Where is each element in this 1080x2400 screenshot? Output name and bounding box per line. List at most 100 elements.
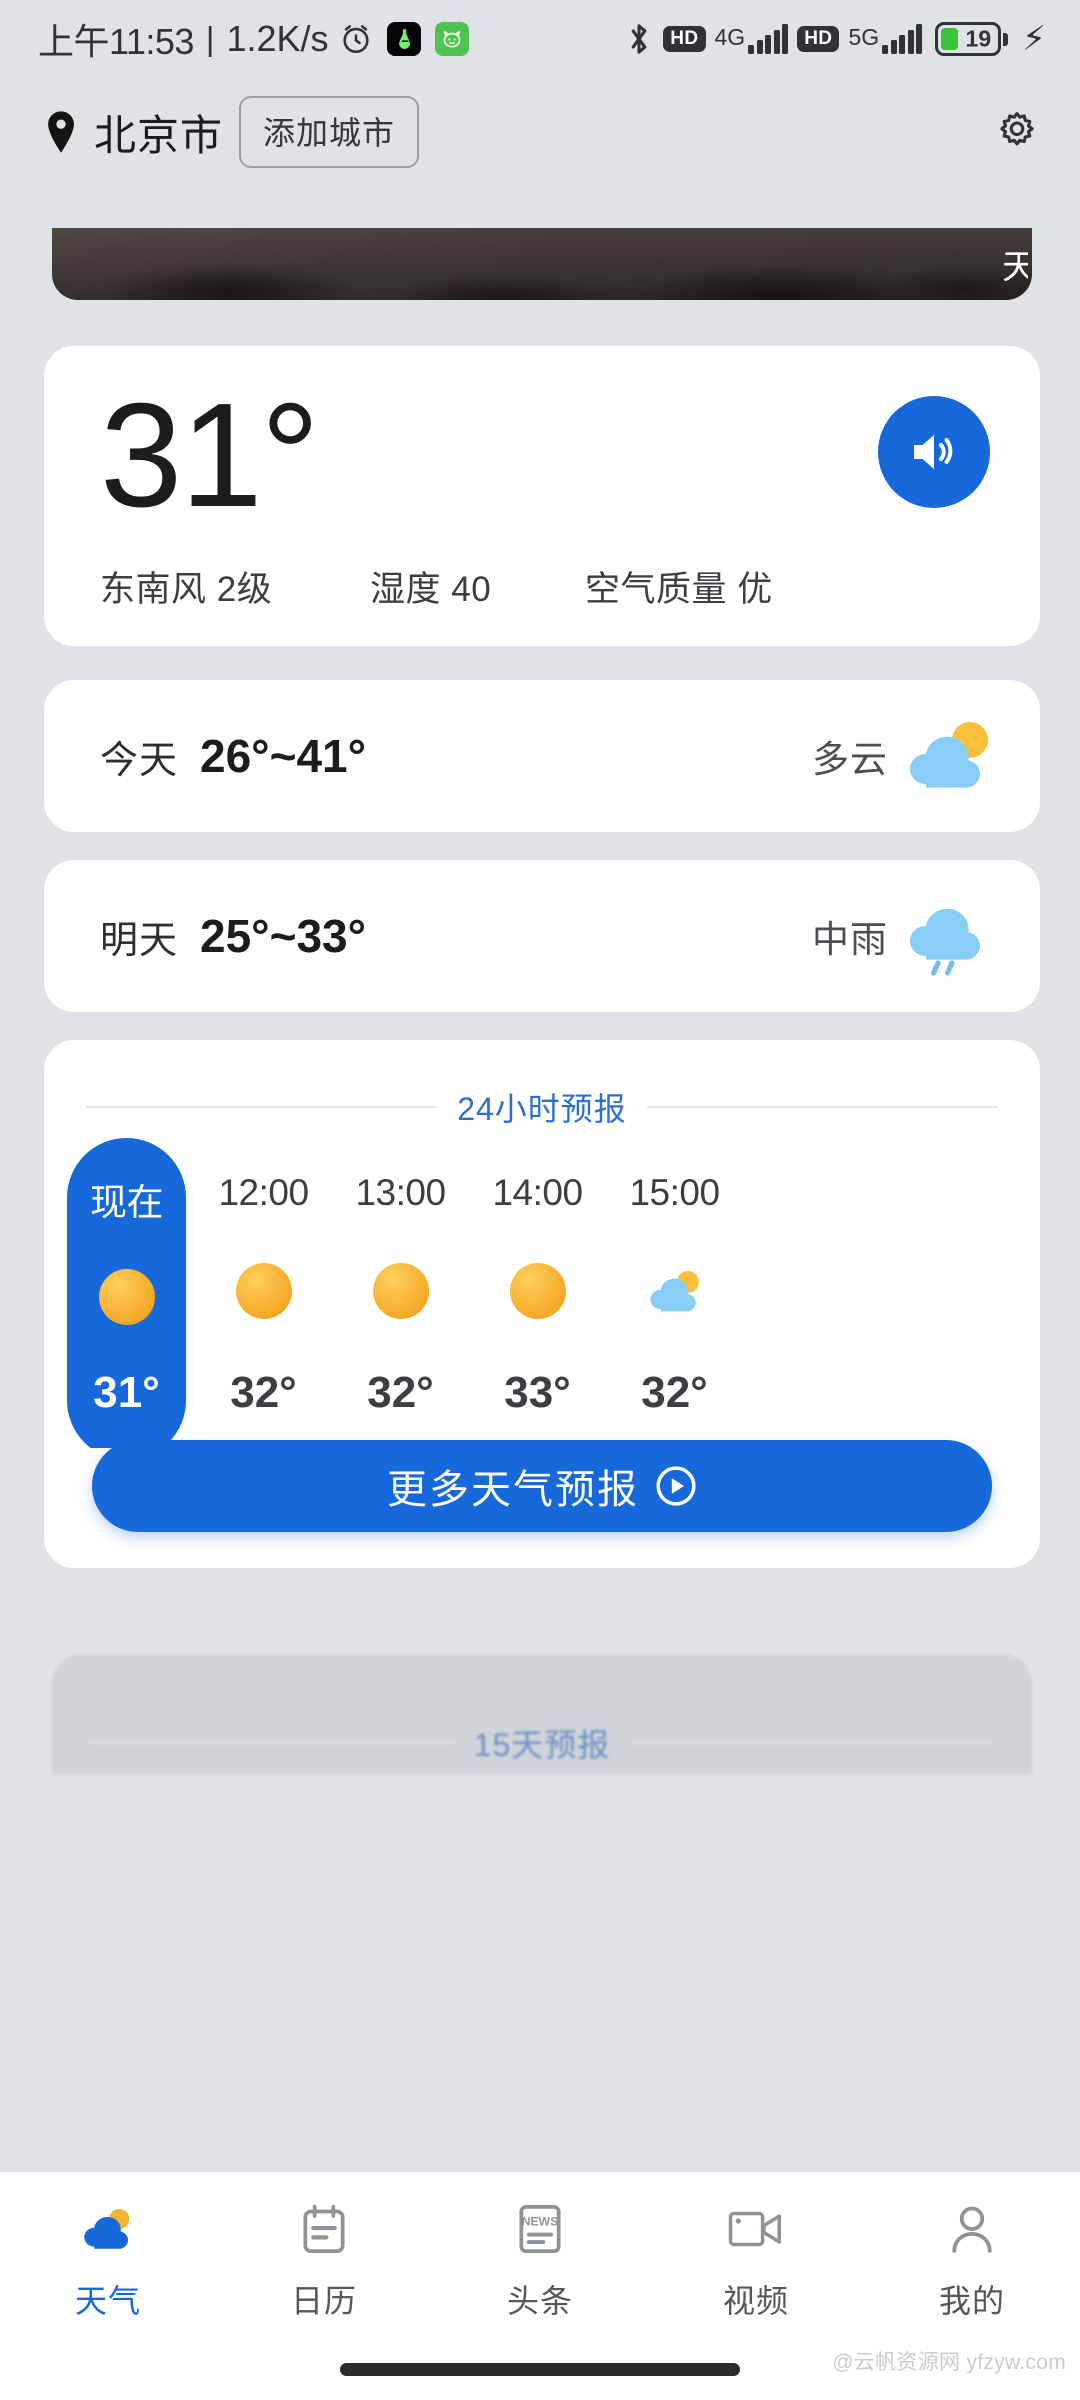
nav-item-video[interactable]: 视频 [648, 2198, 864, 2348]
battery-indicator: 19 [935, 22, 1009, 56]
volte-hd-badge-1: HD [663, 26, 706, 52]
hourly-time: 12:00 [218, 1172, 309, 1213]
hourly-temp: 33° [504, 1368, 571, 1417]
signal-5g: 5G [848, 24, 923, 54]
news-icon: NEWS [509, 2198, 571, 2260]
hourly-time: 15:00 [629, 1172, 720, 1213]
tomorrow-label: 明天 [100, 919, 179, 962]
hourly-time: 13:00 [355, 1172, 446, 1213]
hourly-time: 现在 [90, 1182, 164, 1223]
tomorrow-range: 25°~33° [200, 910, 367, 962]
watermark-text: @云帆资源网 yfzyw.com [832, 2351, 1066, 2374]
location-pin-icon[interactable] [44, 110, 78, 154]
sun-icon [96, 1266, 158, 1328]
cloud-sun-icon [77, 2198, 139, 2260]
more-forecast-button[interactable]: 更多天气预报 [92, 1440, 992, 1532]
current-weather-card: 31° 东南风 2级 湿度 40 空气质量 优 [44, 346, 1040, 646]
signal-4g: 4G [715, 24, 789, 54]
hourly-temp: 32° [641, 1368, 708, 1417]
hourly-scroller[interactable]: 现在 31° 12:00 32° 13:00 32° 14:00 33° 15:… [44, 1138, 1040, 1448]
phone-screen: 上午11:53 | 1.2K/s HD 4G HD 5G 19 ⚡ 北京市 添加… [0, 0, 1080, 2400]
partly-cloudy-icon [910, 722, 988, 788]
more-forecast-label: 更多天气预报 [387, 1468, 639, 1512]
signal-bars-5g [882, 24, 923, 54]
sun-icon [507, 1260, 569, 1322]
status-bar: 上午11:53 | 1.2K/s HD 4G HD 5G 19 ⚡ [0, 0, 1080, 78]
fifteen-day-forecast-card[interactable]: 15天预报 [52, 1654, 1032, 1774]
voice-broadcast-button[interactable] [878, 396, 990, 508]
status-time: 上午11:53 [38, 21, 194, 62]
hourly-title-row: 24小时预报 [86, 1084, 999, 1130]
hourly-item-14[interactable]: 14:00 33° [469, 1138, 606, 1448]
home-indicator[interactable] [340, 2363, 740, 2376]
hourly-item-now[interactable]: 现在 31° [58, 1138, 195, 1448]
status-bar-right: HD 4G HD 5G 19 ⚡ [624, 20, 1046, 58]
tomorrow-condition: 中雨 [812, 919, 888, 960]
hourly-item-13[interactable]: 13:00 32° [332, 1138, 469, 1448]
hourly-title: 24小时预报 [457, 1091, 627, 1127]
app-badge-dark-icon [386, 22, 421, 56]
battery-percent: 19 [965, 25, 992, 52]
hourly-item-12[interactable]: 12:00 32° [195, 1138, 332, 1448]
hourly-temp: 32° [230, 1368, 297, 1417]
bottom-navigation: 天气 日历 NEWS 头条 视频 我的 @云帆资源网 yfzyw.com [0, 2172, 1080, 2400]
nav-item-news[interactable]: NEWS 头条 [432, 2198, 648, 2348]
sun-icon [370, 1260, 432, 1322]
svg-text:NEWS: NEWS [522, 2215, 558, 2229]
hourly-time: 14:00 [492, 1172, 583, 1213]
bluetooth-icon [631, 24, 647, 54]
scroll-content[interactable]: 天 31° 东南风 2级 湿度 40 空气质量 优 今天 26°~41° 多云 [0, 186, 1080, 2400]
status-bar-left: 上午11:53 | 1.2K/s [38, 13, 469, 65]
app-badge-green-icon [434, 22, 469, 56]
today-label: 今天 [100, 739, 179, 782]
metric-wind: 东南风 2级 [100, 570, 273, 609]
network-type-4g: 4G [714, 24, 746, 50]
hourly-item-15[interactable]: 15:00 32° [606, 1138, 743, 1448]
today-forecast-card[interactable]: 今天 26°~41° 多云 [44, 680, 1040, 832]
alarm-clock-icon [342, 25, 369, 54]
hourly-temp: 32° [367, 1368, 434, 1417]
today-range: 26°~41° [200, 730, 367, 782]
network-speed: 1.2K/s [226, 18, 329, 59]
sun-icon [233, 1260, 295, 1322]
nav-item-weather[interactable]: 天气 [0, 2198, 216, 2348]
tomorrow-forecast-card[interactable]: 明天 25°~33° 中雨 [44, 860, 1040, 1012]
current-metrics: 东南风 2级 湿度 40 空气质量 优 [44, 561, 1040, 612]
fifteen-day-divider-left [90, 1742, 454, 1744]
add-city-button[interactable]: 添加城市 [239, 96, 420, 168]
hourly-divider-left [86, 1106, 438, 1108]
nav-label-news: 头条 [506, 2283, 573, 2319]
charging-bolt-icon: ⚡ [1022, 20, 1046, 58]
volume-speaker-icon [914, 435, 953, 469]
nav-label-weather: 天气 [74, 2283, 141, 2319]
hourly-forecast-card: 24小时预报 现在 31° 12:00 32° 13:00 32° 14:00 … [44, 1040, 1040, 1568]
gear-icon[interactable] [994, 109, 1040, 155]
hourly-track: 现在 31° 12:00 32° 13:00 32° 14:00 33° 15:… [44, 1138, 1040, 1448]
moderate-rain-icon [910, 908, 980, 976]
status-divider: | [205, 20, 215, 57]
current-temperature: 31° [100, 373, 320, 538]
metric-air: 空气质量 优 [585, 570, 773, 609]
fifteen-day-title: 15天预报 [473, 1727, 611, 1763]
nav-item-calendar[interactable]: 日历 [216, 2198, 432, 2348]
hourly-temp: 31° [93, 1368, 160, 1417]
fifteen-day-divider-right [630, 1742, 995, 1744]
promo-banner[interactable]: 天 [52, 228, 1032, 300]
play-circle-icon [656, 1466, 696, 1506]
app-header: 北京市 添加城市 [0, 78, 1080, 186]
nav-label-video: 视频 [722, 2283, 789, 2319]
person-icon [941, 2198, 1003, 2260]
network-type-5g: 5G [848, 24, 880, 50]
nav-item-profile[interactable]: 我的 [864, 2198, 1080, 2348]
nav-label-calendar: 日历 [290, 2283, 357, 2319]
current-city-label[interactable]: 北京市 [94, 102, 223, 163]
today-condition: 多云 [812, 739, 888, 780]
nav-label-profile: 我的 [938, 2283, 1005, 2319]
video-camera-icon [725, 2198, 787, 2260]
volte-hd-badge-2: HD [797, 26, 840, 52]
fifteen-day-title-row: 15天预报 [90, 1720, 995, 1766]
partly-cloudy-icon [644, 1260, 706, 1322]
banner-clipped-text: 天 [1002, 248, 1028, 287]
metric-humidity: 湿度 40 [370, 570, 492, 609]
calendar-icon [293, 2198, 355, 2260]
